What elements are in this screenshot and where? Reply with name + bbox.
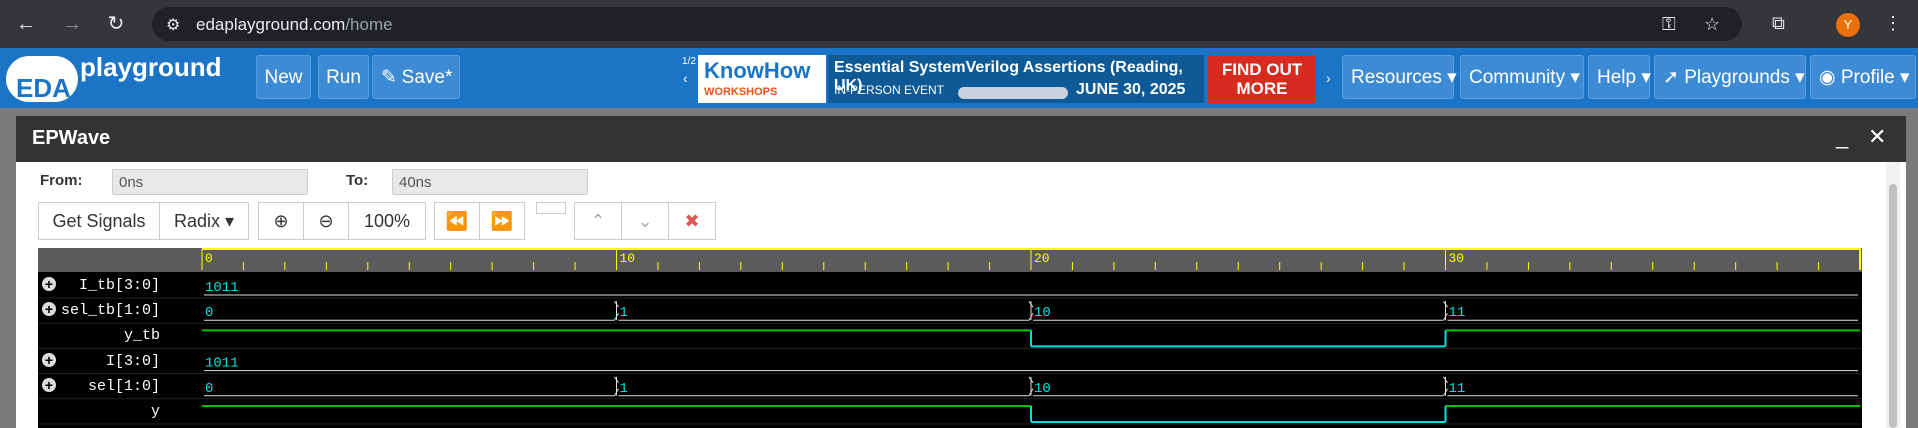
community-menu[interactable]: Community ▾ — [1460, 55, 1584, 99]
scrollbar-thumb[interactable] — [1889, 184, 1897, 428]
ad-prev-icon[interactable]: ‹ — [683, 70, 688, 86]
user-circle-icon: ◉ — [1819, 67, 1836, 88]
zoom-level[interactable]: 100% — [348, 202, 426, 240]
new-button[interactable]: New — [256, 55, 311, 99]
signal-name[interactable]: y — [38, 403, 160, 420]
help-menu[interactable]: Help ▾ — [1588, 55, 1651, 99]
signal-name[interactable]: I[3:0] — [38, 353, 160, 370]
to-label: To: — [346, 172, 369, 189]
bus-value: 10 — [1034, 305, 1051, 321]
remove-icon[interactable]: ✖ — [668, 202, 716, 240]
forward-icon[interactable]: → — [60, 12, 84, 36]
blank-indicator — [536, 202, 566, 214]
modal-header: EPWave _ ✕ — [16, 116, 1906, 162]
signal-name[interactable]: sel[1:0] — [38, 378, 160, 395]
bus-transition — [1443, 376, 1448, 397]
ad-cta-label: FIND OUT MORE — [1221, 60, 1303, 98]
browser-toolbar: ← → ↻ ⚙ edaplayground.com/home ⚿ ☆ ⧉ Y ⋮ — [0, 0, 1918, 48]
ruler-label: 0 — [205, 251, 213, 266]
bus-transition — [1028, 376, 1034, 397]
url-text: edaplayground.com/home — [196, 15, 393, 34]
logo-playground-text: playground — [80, 52, 222, 82]
bookmark-star-icon[interactable]: ☆ — [1704, 14, 1720, 35]
bus-value: 0 — [205, 381, 213, 397]
extensions-icon[interactable]: ⧉ — [1772, 13, 1785, 34]
bus-value: 1 — [620, 381, 628, 397]
bus-value: 1011 — [205, 356, 239, 372]
run-button[interactable]: Run — [318, 55, 369, 99]
bus-value: 1011 — [205, 280, 239, 296]
from-input[interactable]: 0ns — [112, 169, 308, 195]
bus-value: 1 — [620, 305, 628, 321]
save-label: Save* — [401, 67, 453, 88]
chevron-down-icon[interactable]: ⌄ — [621, 202, 669, 240]
ad-brand-sub: WORKSHOPS — [704, 86, 778, 98]
bus-transition — [614, 376, 619, 397]
waveform-panel: 0 10 20 30 1011 0 1 10 11 1011 0 1 10 11 I_tb[3:0] + se… — [38, 248, 1862, 428]
modal-title: EPWave — [32, 127, 111, 149]
step-forward-icon[interactable]: ⏩ — [479, 202, 525, 240]
ruler-label: 20 — [1034, 251, 1050, 266]
signal-name[interactable]: y_tb — [38, 327, 160, 344]
chevron-up-icon[interactable]: ⌃ — [574, 202, 622, 240]
bus-value: 11 — [1449, 305, 1466, 321]
ad-cta-button[interactable]: FIND OUT MORE — [1208, 55, 1316, 103]
ad-date: JUNE 30, 2025 — [1076, 81, 1186, 98]
waveform-canvas[interactable]: 0 10 20 3010110 1 10 1110110 1 10 11 — [38, 248, 1862, 428]
from-label: From: — [40, 172, 83, 189]
ad-pager-text: 1/2 — [682, 56, 696, 67]
back-icon[interactable]: ← — [14, 12, 38, 36]
signal-name[interactable]: I_tb[3:0] — [38, 277, 160, 294]
ad-brand-box: KnowHow WORKSHOPS — [698, 55, 826, 103]
radix-dropdown[interactable]: Radix ▾ — [159, 202, 249, 240]
pencil-icon: ✎ — [381, 67, 397, 88]
ruler-label: 10 — [620, 251, 636, 266]
password-key-icon[interactable]: ⚿ — [1662, 14, 1676, 35]
ad-banner[interactable]: KnowHow WORKSHOPS Essential SystemVerilo… — [698, 55, 1316, 103]
expand-signal-icon[interactable]: + — [42, 377, 56, 392]
logo-eda-text: EDA — [16, 73, 71, 103]
bus-transition — [1443, 300, 1448, 321]
site-info-icon[interactable]: ⚙ — [166, 15, 180, 35]
step-back-icon[interactable]: ⏪ — [434, 202, 480, 240]
get-signals-button[interactable]: Get Signals — [38, 202, 160, 240]
to-input[interactable]: 40ns — [392, 169, 588, 195]
bus-transition — [614, 300, 619, 321]
ad-event: IN-PERSON EVENT — [834, 83, 945, 97]
ad-dots — [958, 87, 1068, 99]
zoom-in-icon[interactable]: ⊕ — [258, 202, 304, 240]
save-button[interactable]: ✎ Save* — [372, 55, 460, 99]
ad-brand: KnowHow — [704, 58, 811, 83]
reload-icon[interactable]: ↻ — [104, 12, 128, 36]
bus-transition — [1028, 300, 1034, 321]
ad-body: Essential SystemVerilog Assertions (Read… — [828, 55, 1204, 103]
close-icon[interactable]: ✕ — [1868, 124, 1886, 150]
playgrounds-menu[interactable]: ➚ Playgrounds ▾ — [1654, 55, 1806, 99]
rocket-icon: ➚ — [1663, 67, 1679, 88]
resources-menu[interactable]: Resources ▾ — [1342, 55, 1457, 99]
bus-value: 0 — [205, 305, 213, 321]
expand-signal-icon[interactable]: + — [42, 277, 56, 291]
bus-value: 11 — [1449, 381, 1466, 397]
modal-scrollbar[interactable] — [1886, 162, 1900, 428]
profile-menu[interactable]: ◉ Profile ▾ — [1810, 55, 1916, 99]
menu-kebab-icon[interactable]: ⋮ — [1884, 13, 1902, 34]
ad-next-icon[interactable]: › — [1326, 70, 1331, 86]
zoom-out-icon[interactable]: ⊖ — [303, 202, 349, 240]
profile-avatar[interactable]: Y — [1836, 13, 1860, 37]
expand-signal-icon[interactable]: + — [42, 352, 56, 367]
bus-value: 10 — [1034, 381, 1051, 397]
address-bar[interactable]: ⚙ edaplayground.com/home ⚿ ☆ — [152, 7, 1742, 41]
ruler-label: 30 — [1449, 251, 1465, 266]
minimize-icon[interactable]: _ — [1836, 124, 1848, 150]
signal-name[interactable]: sel_tb[1:0] — [38, 302, 160, 319]
